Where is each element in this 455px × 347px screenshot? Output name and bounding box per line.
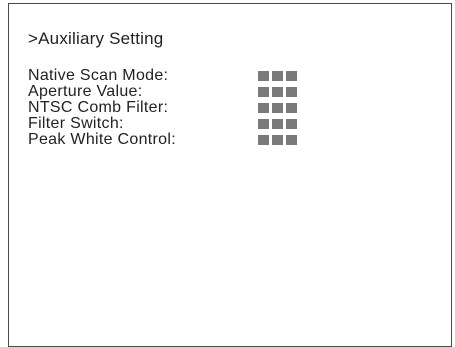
- value-placeholder-block: [272, 135, 283, 145]
- value-placeholder-block: [272, 103, 283, 113]
- setting-label: Filter Switch:: [28, 115, 124, 132]
- menu-screen: >Auxiliary Setting Native Scan Mode: Ape…: [8, 3, 452, 347]
- setting-value-placeholder: [258, 103, 297, 113]
- value-placeholder-block: [258, 71, 269, 81]
- setting-aperture-value[interactable]: Aperture Value:: [28, 84, 428, 100]
- setting-label: Peak White Control:: [28, 131, 176, 148]
- value-placeholder-block: [258, 103, 269, 113]
- value-placeholder-block: [286, 135, 297, 145]
- value-placeholder-block: [272, 71, 283, 81]
- setting-ntsc-comb-filter[interactable]: NTSC Comb Filter:: [28, 100, 428, 116]
- setting-label: Aperture Value:: [28, 83, 143, 100]
- setting-label: Native Scan Mode:: [28, 67, 169, 84]
- value-placeholder-block: [258, 135, 269, 145]
- value-placeholder-block: [286, 87, 297, 97]
- value-placeholder-block: [286, 103, 297, 113]
- value-placeholder-block: [258, 87, 269, 97]
- value-placeholder-block: [272, 87, 283, 97]
- value-placeholder-block: [286, 71, 297, 81]
- settings-list: Native Scan Mode: Aperture Value: NTSC C…: [28, 68, 428, 148]
- menu-title: >Auxiliary Setting: [28, 29, 164, 48]
- setting-value-placeholder: [258, 119, 297, 129]
- setting-peak-white-control[interactable]: Peak White Control:: [28, 132, 428, 148]
- value-placeholder-block: [272, 119, 283, 129]
- setting-value-placeholder: [258, 71, 297, 81]
- value-placeholder-block: [286, 119, 297, 129]
- setting-value-placeholder: [258, 87, 297, 97]
- value-placeholder-block: [258, 119, 269, 129]
- setting-value-placeholder: [258, 135, 297, 145]
- setting-native-scan-mode[interactable]: Native Scan Mode:: [28, 68, 428, 84]
- setting-filter-switch[interactable]: Filter Switch:: [28, 116, 428, 132]
- setting-label: NTSC Comb Filter:: [28, 99, 169, 116]
